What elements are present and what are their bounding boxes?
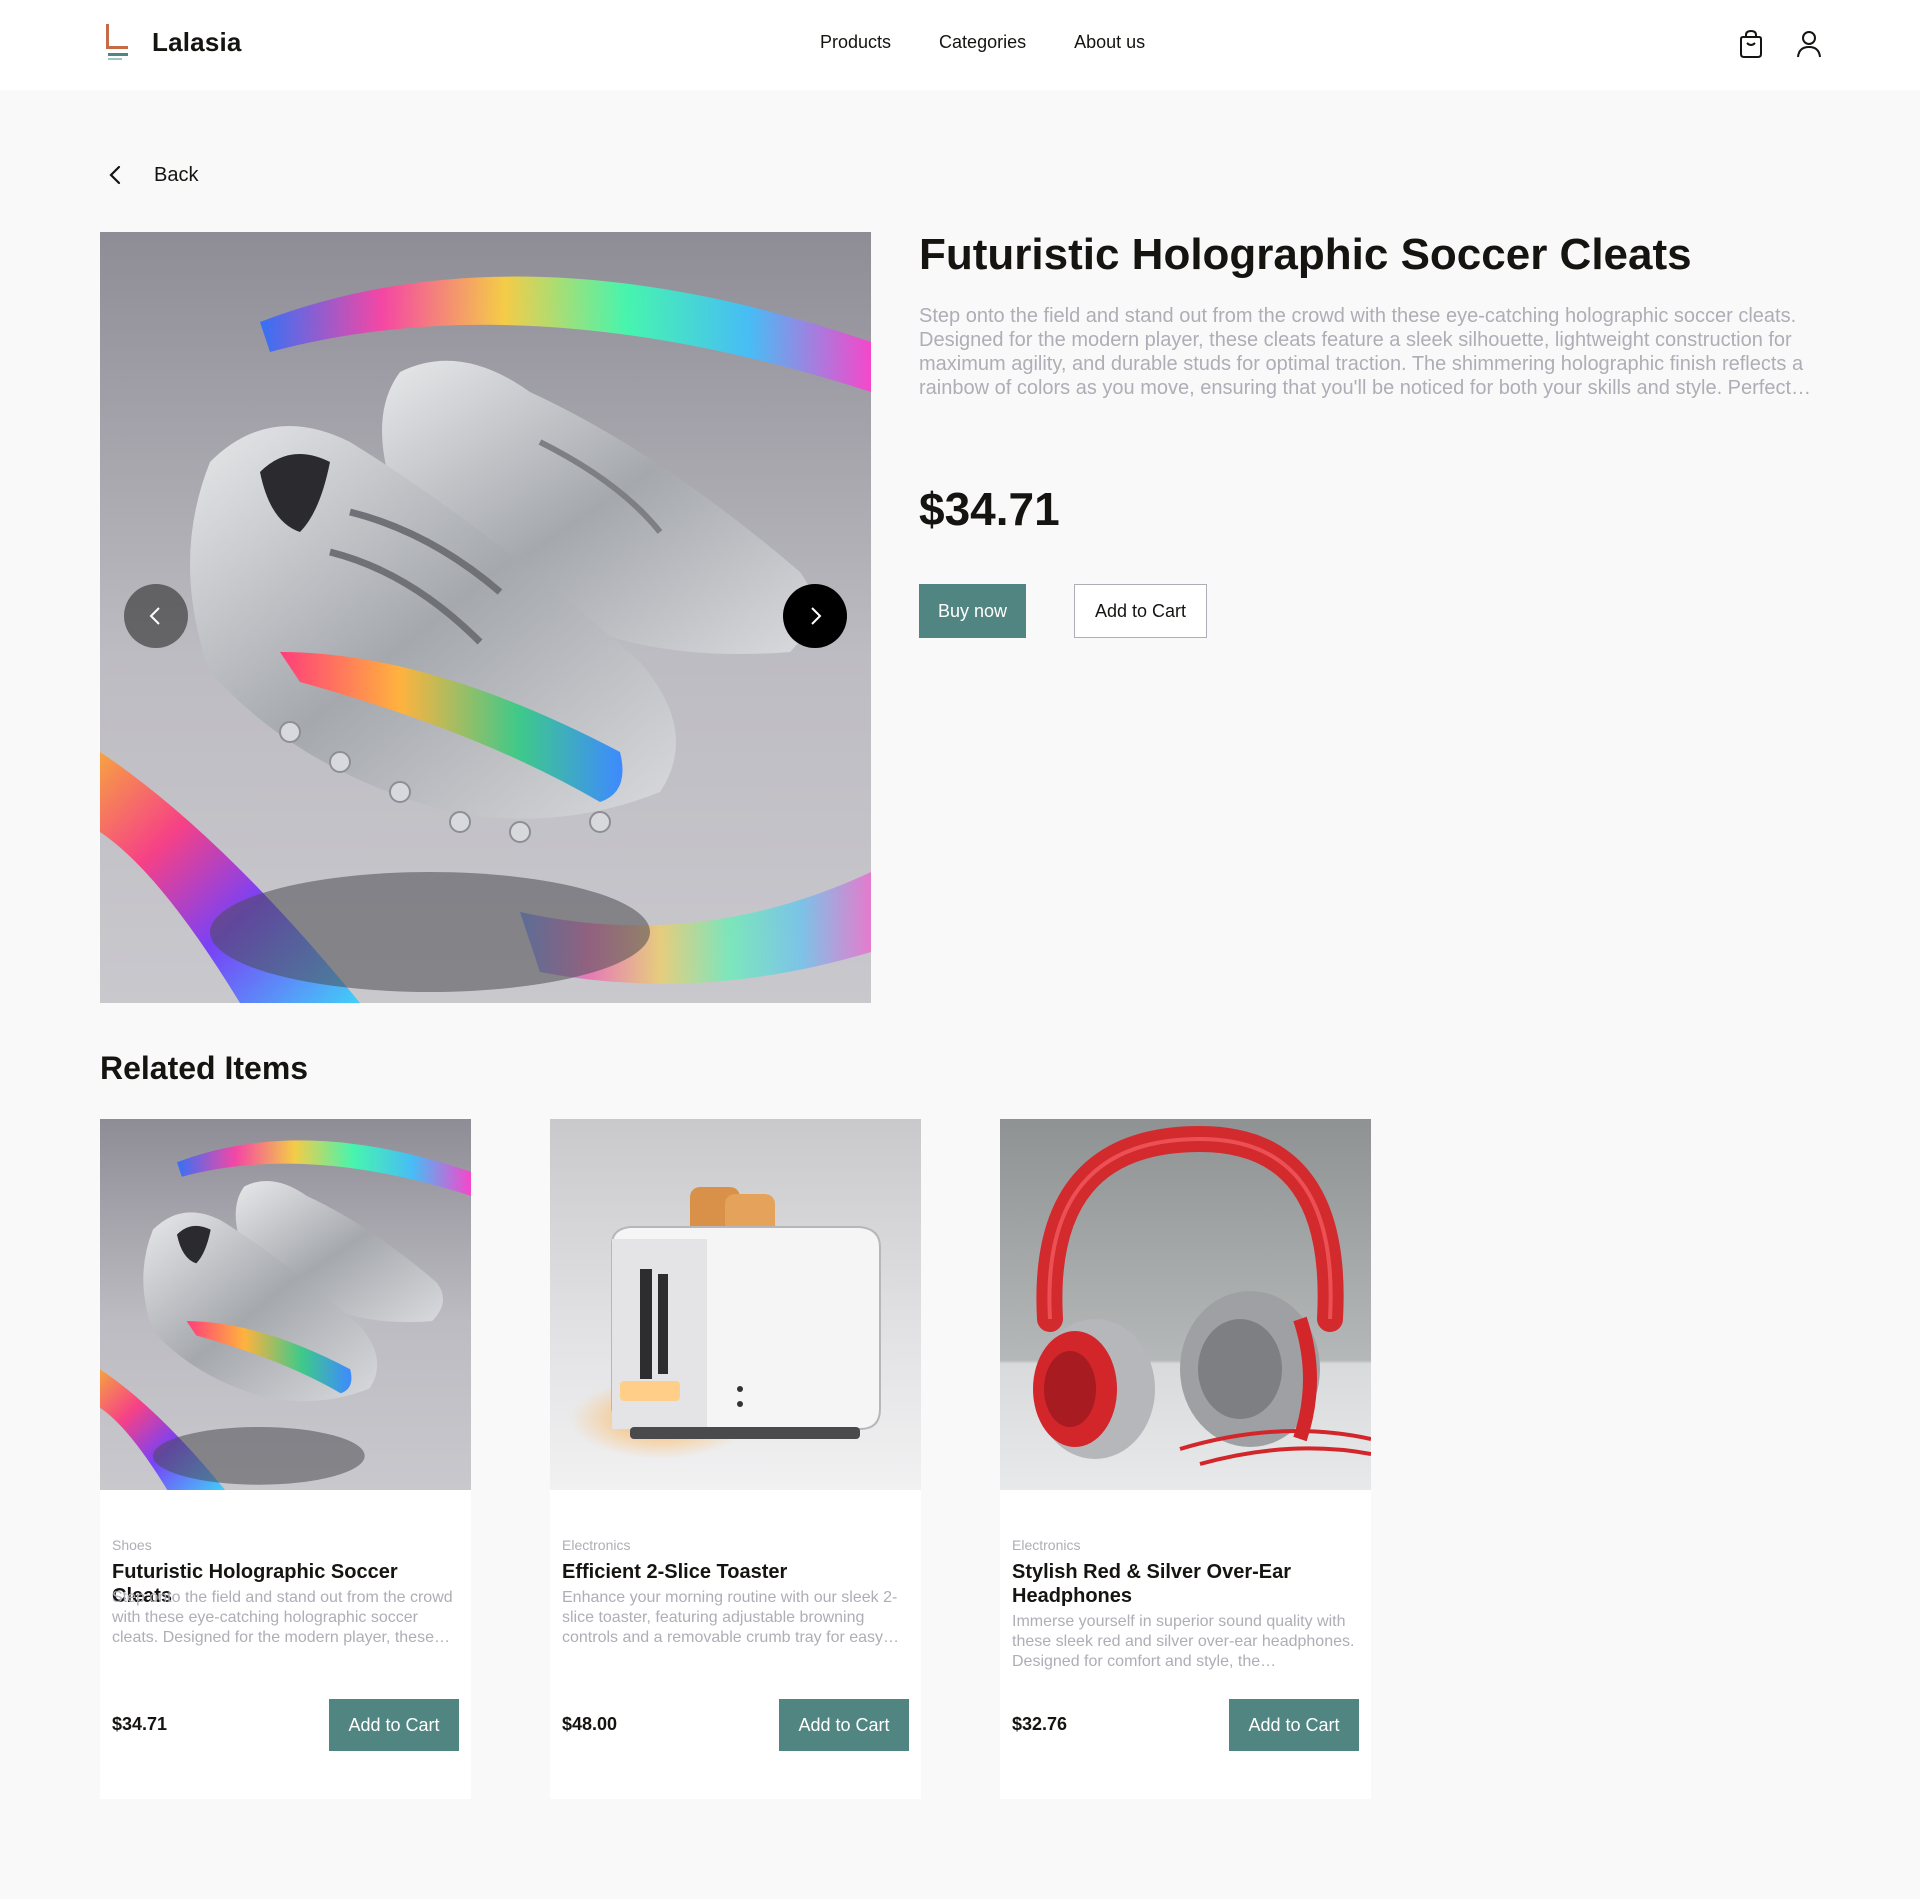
brand-name: Lalasia [152, 26, 242, 57]
card-description: Step onto the field and stand out from t… [112, 1589, 453, 1646]
card-add-to-cart-button[interactable]: Add to Cart [329, 1699, 459, 1751]
chair-logo-icon [106, 24, 128, 60]
soccer-cleats-illustration [100, 1119, 471, 1490]
chevron-right-icon [811, 607, 822, 625]
back-label: Back [154, 163, 199, 186]
related-items-list: Shoes Futuristic Holographic Soccer Clea… [100, 1119, 1371, 1799]
card-description: Immerse yourself in superior sound quali… [1012, 1613, 1355, 1670]
user-icon[interactable] [1794, 28, 1824, 60]
card-title: Stylish Red & Silver Over-Ear Headphones [1012, 1561, 1292, 1607]
card-add-to-cart-button[interactable]: Add to Cart [1229, 1699, 1359, 1751]
product-price: $34.71 [919, 483, 1060, 535]
card-description: Enhance your morning routine with our sl… [562, 1589, 900, 1646]
card-image [1000, 1119, 1371, 1490]
nav-products[interactable]: Products [820, 32, 891, 53]
card-image [100, 1119, 471, 1490]
carousel-prev-button[interactable] [124, 584, 188, 648]
card-category: Shoes [112, 1537, 152, 1553]
toaster-illustration [550, 1119, 921, 1490]
card-category: Electronics [1012, 1537, 1081, 1553]
card-price: $34.71 [112, 1714, 168, 1734]
related-items-heading: Related Items [100, 1050, 309, 1086]
back-button[interactable]: Back [100, 160, 198, 190]
buy-now-button[interactable]: Buy now [919, 584, 1026, 638]
chevron-left-icon [149, 607, 160, 625]
related-card-headphones[interactable]: Electronics Stylish Red & Silver Over-Ea… [1000, 1119, 1371, 1799]
product-description: Step onto the field and stand out from t… [919, 305, 1812, 399]
card-title: Efficient 2-Slice Toaster [562, 1561, 788, 1583]
carousel-next-button[interactable] [783, 584, 847, 648]
headphones-illustration [1000, 1119, 1371, 1490]
card-price: $32.76 [1012, 1714, 1068, 1734]
main-nav: Products Categories About us [820, 32, 1145, 53]
add-to-cart-button[interactable]: Add to Cart [1074, 584, 1207, 638]
chevron-left-icon [109, 165, 121, 185]
product-title: Futuristic Holographic Soccer Cleats [919, 230, 1692, 279]
card-category: Electronics [562, 1537, 631, 1553]
brand-logo[interactable]: Lalasia [100, 22, 242, 62]
card-price: $48.00 [562, 1714, 618, 1734]
top-header: Lalasia Products Categories About us [0, 0, 1920, 90]
soccer-cleats-illustration [100, 232, 871, 1003]
card-image [550, 1119, 921, 1490]
nav-categories[interactable]: Categories [939, 32, 1026, 53]
product-image [100, 232, 871, 1003]
related-card-soccer-cleats[interactable]: Shoes Futuristic Holographic Soccer Clea… [100, 1119, 471, 1799]
card-add-to-cart-button[interactable]: Add to Cart [779, 1699, 909, 1751]
header-actions [1736, 28, 1824, 60]
cart-icon[interactable] [1736, 28, 1766, 60]
nav-about-us[interactable]: About us [1074, 32, 1145, 53]
related-card-toaster[interactable]: Electronics Efficient 2-Slice Toaster En… [550, 1119, 921, 1799]
